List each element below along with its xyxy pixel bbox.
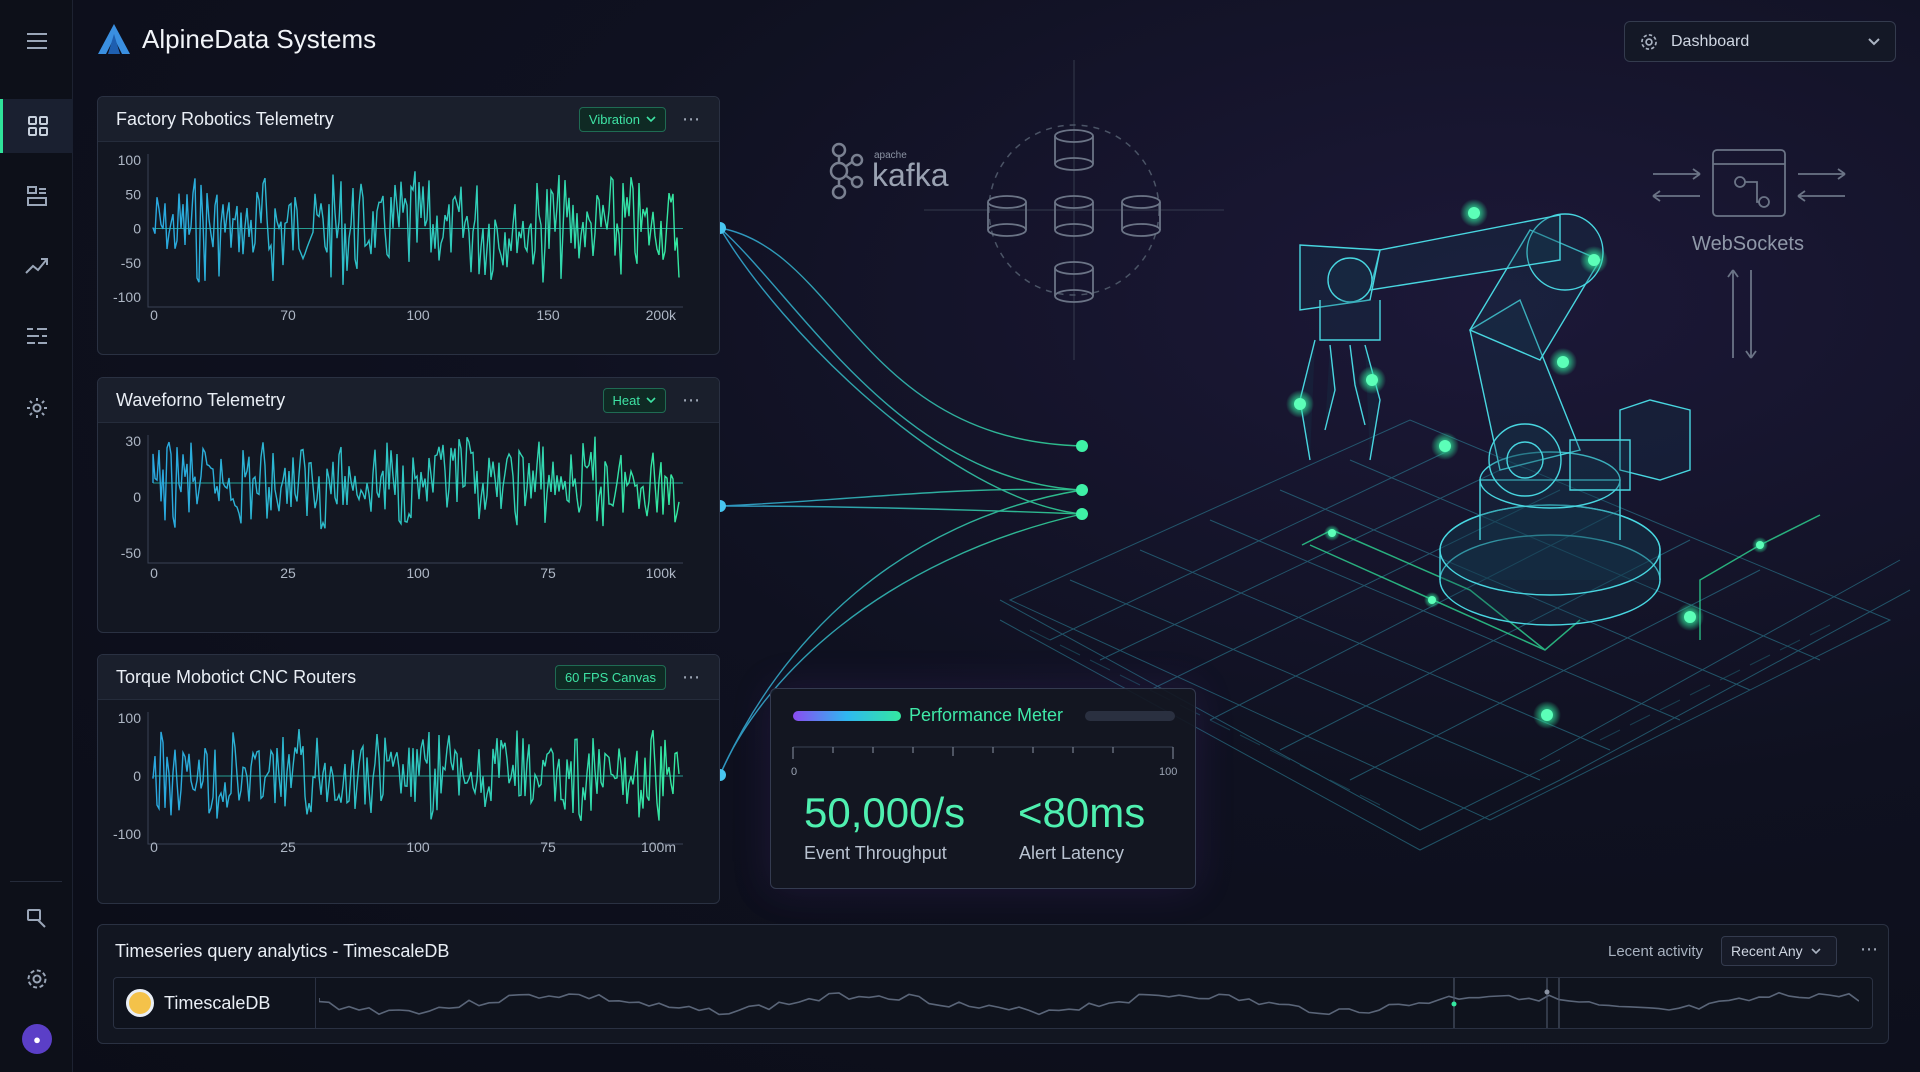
chevron-down-icon [646, 396, 656, 403]
factory-robotics-panel: Factory Robotics Telemetry Vibration ⋯ 1… [97, 96, 720, 355]
scale-min: 0 [791, 766, 797, 778]
chevron-down-icon [646, 115, 656, 122]
axis-tick-label: 25 [280, 565, 296, 581]
panel-header: Factory Robotics Telemetry Vibration ⋯ [98, 97, 719, 142]
heat-chart: 30 0 -50 0 25 100 75 100k [121, 433, 683, 581]
panel-title: Factory Robotics Telemetry [116, 108, 334, 129]
badge-label: 60 FPS Canvas [564, 669, 656, 685]
latency-label: Alert Latency [1019, 843, 1125, 863]
axis-tick-label: 100k [646, 565, 677, 581]
axis-tick-label: 25 [280, 839, 296, 855]
axis-tick-label: -50 [121, 545, 141, 561]
connection-node [1076, 508, 1088, 520]
websockets-label: WebSockets [1692, 233, 1804, 255]
kafka-icon [829, 142, 864, 200]
more-options-icon[interactable]: ⋯ [682, 109, 701, 130]
performance-bar [793, 711, 901, 721]
timescale-source: TimescaleDB [126, 978, 316, 1028]
performance-title: Performance Meter [909, 705, 1064, 725]
analytics-title: Timeseries query analytics - TimescaleDB [115, 941, 450, 961]
scale-max: 100 [1159, 766, 1177, 778]
latency-value: <80ms [1018, 789, 1146, 836]
kafka-label: kafka [872, 157, 949, 193]
axis-tick-label: 200k [646, 307, 677, 323]
more-options-icon[interactable]: ⋯ [682, 667, 701, 688]
torque-cnc-panel: Torque Mobotict CNC Routers 60 FPS Canva… [97, 654, 720, 904]
axis-tick-label: 75 [540, 565, 556, 581]
axis-tick-label: 100 [406, 839, 430, 855]
recent-activity-label: Lecent activity [1608, 943, 1704, 960]
connection-node [1076, 440, 1088, 452]
fps-canvas-badge[interactable]: 60 FPS Canvas [554, 664, 666, 690]
axis-tick-label: 0 [133, 768, 141, 784]
timescaledb-icon [126, 989, 154, 1017]
performance-meter: 0 100 Performance Meter 50,000/s <80ms E… [770, 688, 1196, 889]
chevron-down-icon [1811, 947, 1821, 954]
axis-tick-label: 100 [406, 307, 430, 323]
axis-tick-label: -100 [113, 289, 141, 305]
waveform-series [152, 729, 680, 821]
connection-node [1076, 484, 1088, 496]
axis-tick-label: 100 [118, 710, 142, 726]
panel-header: Torque Mobotict CNC Routers 60 FPS Canva… [98, 655, 719, 700]
axis-tick-label: -100 [113, 826, 141, 842]
panel-header: Waveforno Telemetry Heat ⋯ [98, 378, 719, 423]
recent-select-label: Recent Any [1731, 943, 1803, 959]
robot-arm-illustration [1299, 213, 1691, 626]
axis-tick-label: 50 [125, 186, 141, 202]
badge-label: Heat [612, 392, 640, 408]
panel-title: Torque Mobotict CNC Routers [116, 666, 357, 687]
more-options-icon[interactable]: ⋯ [1860, 939, 1878, 960]
database-cluster-icon [924, 60, 1224, 360]
axis-tick-label: 100m [641, 839, 676, 855]
badge-label: Vibration [588, 111, 640, 127]
axis-tick-label: 30 [125, 433, 141, 449]
recent-select[interactable]: Recent Any [1721, 936, 1837, 966]
throughput-value: 50,000/s [804, 789, 966, 836]
axis-tick-label: 150 [536, 307, 560, 323]
axis-tick-label: 0 [133, 489, 141, 505]
axis-tick-label: 0 [150, 839, 158, 855]
axis-tick-label: 100 [406, 565, 430, 581]
timescale-source-label: TimescaleDB [164, 992, 271, 1013]
axis-tick-label: 0 [150, 307, 158, 323]
axis-tick-label: 75 [540, 839, 556, 855]
waveform-telemetry-panel: Waveforno Telemetry Heat ⋯ 30 0 -50 0 25 100 7… [97, 377, 720, 633]
timescale-track[interactable]: TimescaleDB [113, 977, 1873, 1029]
heat-dropdown[interactable]: Heat [602, 387, 666, 413]
more-options-icon[interactable]: ⋯ [682, 390, 701, 411]
axis-tick-label: 70 [280, 307, 296, 323]
performance-bar-track [1085, 711, 1175, 721]
timeline-sparkline [319, 978, 1859, 1028]
panel-title: Waveforno Telemetry [116, 389, 286, 410]
vibration-chart: 100 50 0 -50 -100 0 70 100 150 200k [113, 152, 683, 323]
timeseries-analytics-panel: Timeseries query analytics - TimescaleDB… [97, 924, 1889, 1044]
throughput-label: Event Throughput [804, 843, 947, 863]
axis-tick-label: 100 [118, 152, 142, 168]
axis-tick-label: -50 [121, 255, 141, 271]
vibration-dropdown[interactable]: Vibration [578, 106, 666, 132]
axis-tick-label: 0 [133, 221, 141, 237]
torque-chart: 100 0 -100 0 25 100 75 100m [113, 710, 683, 855]
axis-tick-label: 0 [150, 565, 158, 581]
